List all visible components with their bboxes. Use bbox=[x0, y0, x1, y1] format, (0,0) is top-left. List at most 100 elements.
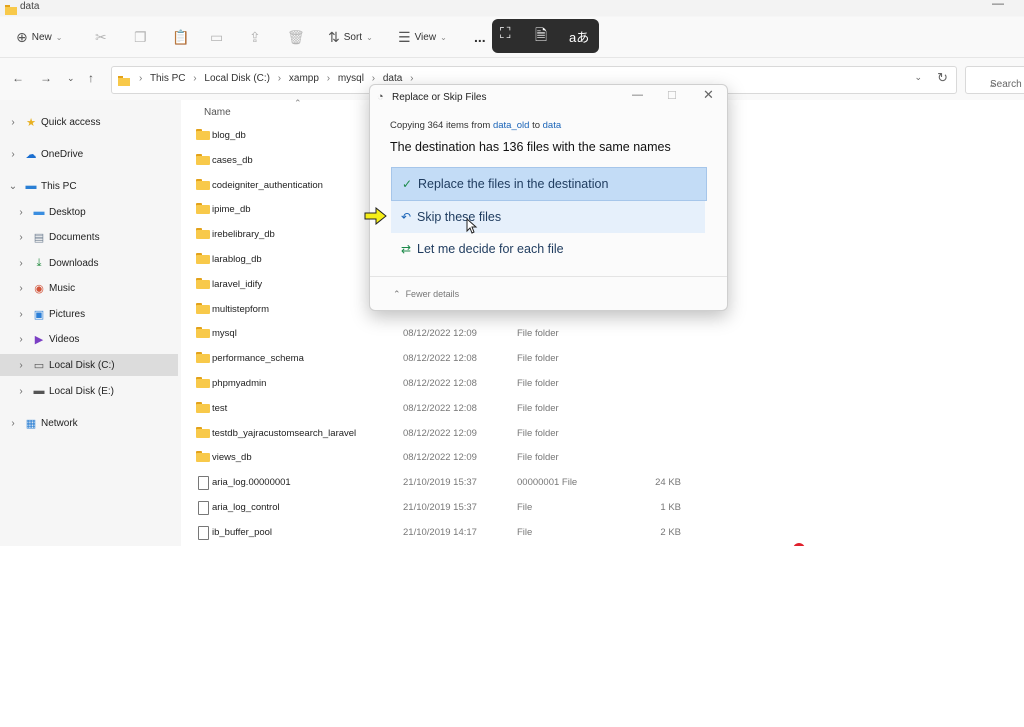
option-label: Replace the files in the destination bbox=[418, 177, 609, 191]
file-date: 08/12/2022 12:09 bbox=[403, 452, 477, 464]
destination-folder-link[interactable]: data bbox=[543, 120, 562, 131]
table-row[interactable]: views_db 08/12/2022 12:09 File folder bbox=[181, 446, 1024, 470]
chevron-right-icon[interactable]: › bbox=[8, 418, 18, 429]
chevron-right-icon[interactable]: › bbox=[16, 207, 26, 218]
chevron-down-icon: ⌄ bbox=[55, 32, 63, 42]
table-row[interactable]: aria_log.00000001 21/10/2019 15:37 0000000… bbox=[181, 471, 1024, 495]
crop-icon[interactable]: ⛶ bbox=[500, 25, 511, 42]
sort-button[interactable]: ⇅ Sort ⌄ bbox=[328, 17, 373, 57]
folder-icon bbox=[118, 73, 130, 91]
drive-icon: ▭ bbox=[33, 359, 45, 372]
sidebar-item-onedrive[interactable]: › ☁ OneDrive bbox=[0, 143, 178, 165]
decide-each-option[interactable]: ⇄ Let me decide for each file bbox=[391, 233, 705, 265]
chevron-right-icon[interactable]: › bbox=[16, 309, 26, 320]
annotation-arrow-icon bbox=[364, 207, 387, 225]
file-date: 08/12/2022 12:08 bbox=[403, 353, 477, 365]
clock-icon: ◔ bbox=[377, 91, 384, 103]
up-arrow-icon[interactable]: ↑ bbox=[88, 71, 94, 85]
table-row[interactable]: testdb_yajracustomsearch_laravel 08/12/20… bbox=[181, 422, 1024, 446]
table-row[interactable]: mysql 08/12/2022 12:09 File folder bbox=[181, 322, 1024, 346]
file-type: File folder bbox=[517, 328, 559, 340]
compare-icon: ⇄ bbox=[400, 242, 412, 256]
file-date: 21/10/2019 15:37 bbox=[403, 477, 477, 489]
chevron-right-icon[interactable]: › bbox=[16, 232, 26, 243]
fewer-details-toggle[interactable]: ⌃ Fewer details bbox=[393, 289, 459, 300]
dialog-title: Replace or Skip Files bbox=[392, 92, 487, 103]
delete-button[interactable]: 🗑 bbox=[287, 17, 309, 57]
chevron-right-icon: › bbox=[371, 73, 376, 84]
share-button[interactable]: ⇪ bbox=[249, 17, 265, 57]
chevron-right-icon[interactable]: › bbox=[16, 283, 26, 294]
sidebar-item-videos[interactable]: › ▶ Videos bbox=[0, 328, 178, 350]
sidebar-item-downloads[interactable]: › ⤓ Downloads bbox=[0, 252, 178, 274]
forward-arrow-icon[interactable]: → bbox=[40, 71, 52, 85]
file-name: mysql bbox=[212, 328, 237, 340]
file-name: performance_schema bbox=[212, 353, 304, 365]
history-dropdown-icon[interactable]: ⌄ bbox=[914, 72, 922, 83]
table-row[interactable]: performance_schema 08/12/2022 12:08 File f… bbox=[181, 347, 1024, 371]
sidebar-item-pictures[interactable]: › ▣ Pictures bbox=[0, 303, 178, 325]
chevron-right-icon[interactable]: › bbox=[8, 149, 18, 160]
sidebar-item-network[interactable]: › ▦ Network bbox=[0, 412, 178, 434]
chevron-right-icon[interactable]: › bbox=[8, 117, 18, 128]
file-type: File folder bbox=[517, 427, 559, 439]
crumb-data[interactable]: data bbox=[383, 73, 402, 84]
window-title: data bbox=[20, 1, 40, 12]
cut-button[interactable]: ✂ bbox=[95, 17, 111, 57]
chevron-right-icon: › bbox=[326, 73, 331, 84]
folder-icon bbox=[196, 327, 210, 339]
replace-files-option[interactable]: ✓ Replace the files in the destination bbox=[391, 167, 707, 201]
sidebar-item-this-pc[interactable]: ⌄ ▬ This PC bbox=[0, 175, 178, 197]
table-row[interactable]: phpmyadmin 08/12/2022 12:08 File folder bbox=[181, 372, 1024, 396]
minimize-button[interactable]: — bbox=[632, 89, 643, 101]
drive-icon: ▬ bbox=[33, 385, 45, 397]
rename-button[interactable]: ▭ bbox=[210, 17, 227, 57]
column-header-name[interactable]: Name bbox=[204, 107, 231, 118]
file-name: cases_db bbox=[212, 154, 253, 166]
crumb-mysql[interactable]: mysql bbox=[338, 73, 364, 84]
sidebar-item-quick-access[interactable]: › ★ Quick access bbox=[0, 111, 178, 133]
skip-files-option[interactable]: ↶ Skip these files bbox=[391, 201, 705, 233]
copy-prefix: Copying 364 items from bbox=[390, 120, 491, 131]
sidebar-item-local-disk-e[interactable]: › ▬ Local Disk (E:) bbox=[0, 380, 178, 402]
document-sparkle-icon[interactable]: 🗎 bbox=[535, 25, 547, 50]
chevron-down-icon[interactable]: ⌄ bbox=[8, 181, 18, 192]
sidebar-item-local-disk-c[interactable]: › ▭ Local Disk (C:) bbox=[0, 354, 178, 376]
chevron-right-icon[interactable]: › bbox=[16, 258, 26, 269]
back-arrow-icon[interactable]: ← bbox=[12, 71, 24, 85]
chevron-down-icon: ⌄ bbox=[366, 32, 373, 42]
view-icon: ☰ bbox=[398, 28, 411, 45]
crumb-this-pc[interactable]: This PC bbox=[150, 73, 186, 84]
translate-icon[interactable]: aあ bbox=[569, 27, 589, 46]
navigation-pane: › ★ Quick access › ☁ OneDrive ⌄ ▬ This P… bbox=[0, 100, 180, 546]
paste-button[interactable]: 📋 bbox=[172, 17, 193, 57]
more-button[interactable]: ... bbox=[474, 17, 486, 57]
sidebar-item-label: Local Disk (E:) bbox=[49, 385, 115, 397]
table-row[interactable]: ib_buffer_pool 21/10/2019 14:17 File 2 KB bbox=[181, 521, 1024, 545]
chevron-right-icon[interactable]: › bbox=[16, 386, 26, 397]
search-box[interactable]: ⌕ Search bbox=[965, 66, 1024, 94]
file-size: 2 KB bbox=[660, 526, 681, 538]
sidebar-item-desktop[interactable]: › ▬ Desktop bbox=[0, 201, 178, 223]
close-button[interactable]: ✕ bbox=[703, 87, 714, 103]
file-date: 21/10/2019 14:17 bbox=[403, 526, 477, 538]
search-placeholder: Search bbox=[990, 79, 1022, 90]
minimize-button[interactable]: — bbox=[992, 0, 1004, 10]
chevron-right-icon[interactable]: › bbox=[16, 334, 26, 345]
new-button[interactable]: ⊕ New ⌄ bbox=[16, 17, 62, 57]
copy-button[interactable]: ❐ bbox=[134, 17, 151, 57]
source-folder-link[interactable]: data_old bbox=[493, 120, 529, 131]
refresh-icon[interactable]: ↻ bbox=[937, 70, 948, 86]
folder-icon bbox=[196, 451, 210, 463]
crumb-xampp[interactable]: xampp bbox=[289, 73, 319, 84]
sidebar-item-music[interactable]: › ◉ Music bbox=[0, 277, 178, 299]
table-row[interactable]: aria_log_control 21/10/2019 15:37 File 1 KB bbox=[181, 496, 1024, 520]
share-icon: ⇪ bbox=[249, 28, 261, 45]
crumb-local-disk[interactable]: Local Disk (C:) bbox=[204, 73, 270, 84]
file-name: codeigniter_authentication bbox=[212, 179, 323, 191]
table-row[interactable]: test 08/12/2022 12:08 File folder bbox=[181, 397, 1024, 421]
recent-chevron-icon[interactable]: ⌄ bbox=[67, 73, 75, 84]
view-button[interactable]: ☰ View ⌄ bbox=[398, 17, 447, 57]
chevron-right-icon[interactable]: › bbox=[16, 360, 26, 371]
sidebar-item-documents[interactable]: › ▤ Documents bbox=[0, 226, 178, 248]
